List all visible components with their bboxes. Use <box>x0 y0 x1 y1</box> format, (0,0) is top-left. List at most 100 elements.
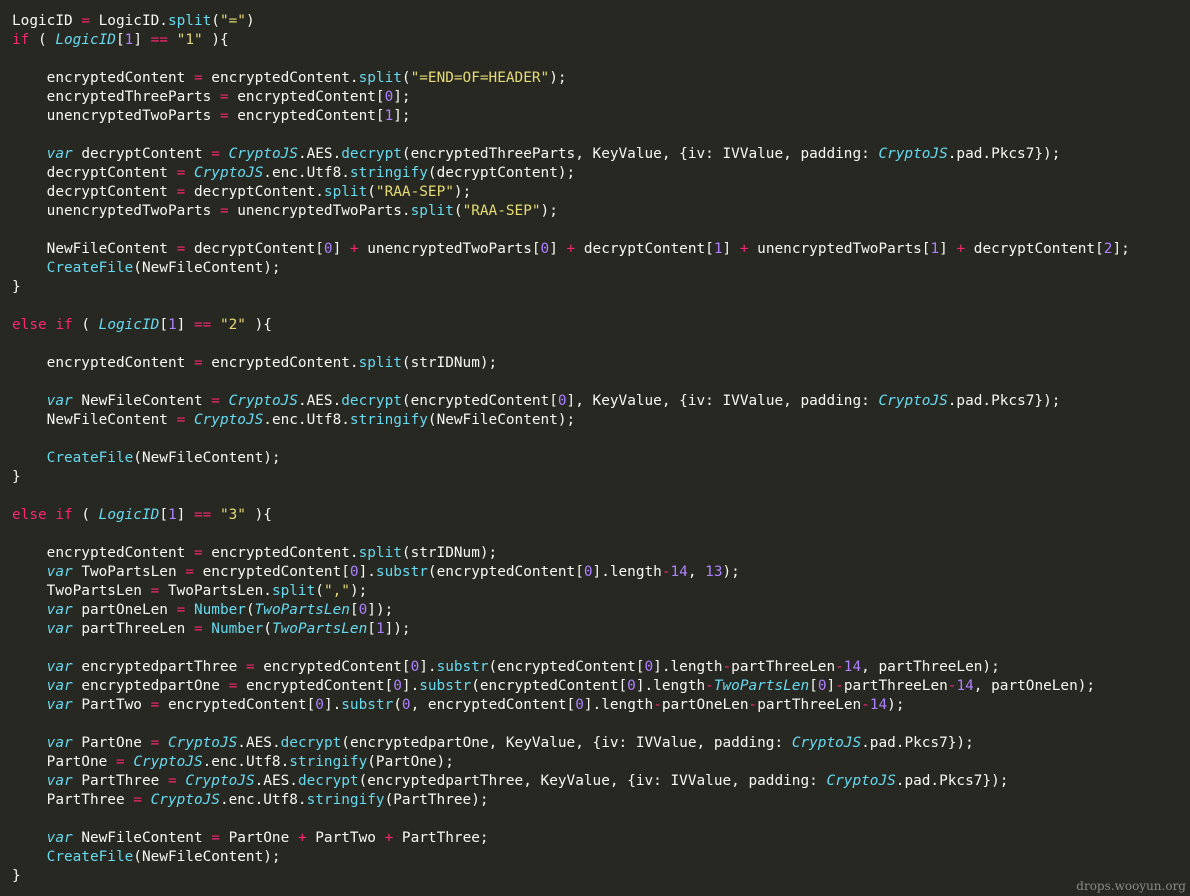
code-text: .enc.Utf8. <box>219 792 307 808</box>
code-line: else if ( LogicID[1] == "3" ){ <box>12 506 1190 525</box>
function-token: CreateFile <box>46 849 134 865</box>
code-text: encryptedContent[ <box>254 659 411 675</box>
function-token: stringify <box>306 792 385 808</box>
operator-token: = <box>245 659 255 675</box>
operator-token: + <box>297 830 307 846</box>
code-line: var decryptContent = CryptoJS.AES.decryp… <box>12 145 1190 164</box>
identifier-token: CryptoJS <box>193 412 264 428</box>
code-text: ( <box>72 317 99 333</box>
operator-token: + <box>566 241 576 257</box>
operator-token: + <box>384 830 394 846</box>
number-token: 0 <box>627 678 636 694</box>
code-text: } <box>12 868 21 884</box>
operator-token: = <box>150 583 160 599</box>
code-text: [ <box>809 678 818 694</box>
code-text: ]. <box>401 678 420 694</box>
code-line: ​ <box>12 335 1190 354</box>
number-token: 1 <box>167 317 177 333</box>
number-token: 0 <box>349 564 359 580</box>
code-text: encryptedThreeParts <box>12 89 220 105</box>
identifier-token: CryptoJS <box>826 773 896 789</box>
code-text: LogicID. <box>89 13 168 29</box>
operator-token: = <box>167 773 177 789</box>
code-text: (encryptedContent[ <box>427 564 584 580</box>
code-text: ( <box>29 32 56 48</box>
keyword-token: else if <box>12 317 73 333</box>
function-token: substr <box>419 678 472 694</box>
code-line: ​ <box>12 126 1190 145</box>
code-line: encryptedContent = encryptedContent.spli… <box>12 544 1190 563</box>
identifier-token: CryptoJS <box>228 393 298 409</box>
code-text: ] <box>939 241 957 257</box>
code-text: ); <box>549 70 567 86</box>
var-keyword-token: var <box>46 602 73 618</box>
code-text: ( <box>393 697 402 713</box>
code-text: (encryptedContent[ <box>471 678 628 694</box>
function-token: split <box>410 203 454 219</box>
function-token: split <box>271 583 316 599</box>
operator-token: == <box>150 32 168 48</box>
code-line: var TwoPartsLen = encryptedContent[0].su… <box>12 563 1190 582</box>
operator-token: = <box>193 621 203 637</box>
code-line: } <box>12 468 1190 487</box>
identifier-token: CryptoJS <box>193 165 264 181</box>
code-editor[interactable]: LogicID = LogicID.split("=") if ( LogicID… <box>12 12 1190 886</box>
code-text: ); <box>540 203 558 219</box>
code-text: (encryptedpartOne, KeyValue, {iv: IVValu… <box>341 735 792 751</box>
function-token: split <box>358 355 402 371</box>
code-text: (PartThree); <box>384 792 489 808</box>
code-text: ].length <box>583 697 654 713</box>
number-token: 0 <box>401 697 411 713</box>
code-text: TwoPartsLen <box>72 564 186 580</box>
identifier-token: CryptoJS <box>185 773 255 789</box>
operator-token: = <box>211 393 220 409</box>
operator-token: = <box>176 412 186 428</box>
code-line: PartThree = CryptoJS.enc.Utf8.stringify(… <box>12 791 1190 810</box>
code-text: encryptedContent. <box>202 70 359 86</box>
code-text: ]. <box>323 697 342 713</box>
string-token: "3" <box>219 507 246 523</box>
operator-token: = <box>228 678 238 694</box>
operator-token: - <box>661 564 671 580</box>
code-line: var PartOne = CryptoJS.AES.decrypt(encry… <box>12 734 1190 753</box>
identifier-token: CryptoJS <box>791 735 862 751</box>
code-text: [ <box>115 32 125 48</box>
code-text: partOneLen <box>72 602 177 618</box>
function-token: Number <box>193 602 246 618</box>
code-text: (encryptedpartThree, KeyValue, {iv: IVVa… <box>358 773 827 789</box>
code-text: .pad.Pkcs7}); <box>947 146 1061 162</box>
operator-token: = <box>176 184 186 200</box>
code-text: .AES. <box>297 146 342 162</box>
number-token: 0 <box>315 697 324 713</box>
code-text: encryptedContent[ <box>228 89 385 105</box>
operator-token: = <box>150 735 160 751</box>
operator-token: = <box>219 89 229 105</box>
code-line: TwoPartsLen = TwoPartsLen.split(","); <box>12 582 1190 601</box>
code-text: .pad.Pkcs7}); <box>947 393 1061 409</box>
identifier-token: CryptoJS <box>150 792 220 808</box>
code-text: ( <box>401 70 411 86</box>
operator-token: = <box>176 241 186 257</box>
code-text: (NewFileContent); <box>133 260 281 276</box>
code-text: PartOne <box>12 754 116 770</box>
number-token: 0 <box>575 697 584 713</box>
string-token: "RAA-SEP" <box>462 203 541 219</box>
code-text: decryptContent[ <box>965 241 1104 257</box>
operator-token: - <box>835 659 844 675</box>
code-line: ​ <box>12 221 1190 240</box>
code-text: ){ <box>202 32 229 48</box>
code-line: decryptContent = decryptContent.split("R… <box>12 183 1190 202</box>
var-keyword-token: var <box>46 146 73 162</box>
